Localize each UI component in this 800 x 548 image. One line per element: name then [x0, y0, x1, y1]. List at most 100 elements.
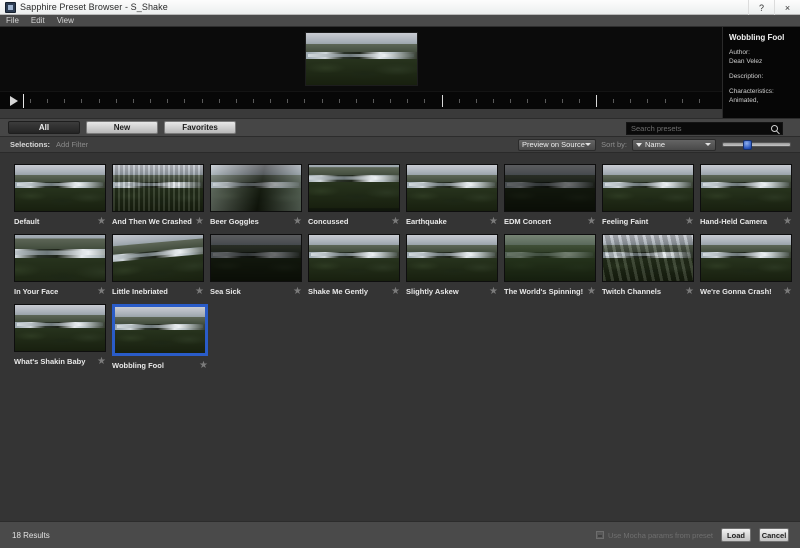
- preset-thumbnail[interactable]: [602, 164, 694, 212]
- preset-cell[interactable]: Earthquake ★: [406, 164, 502, 226]
- preset-thumbnail[interactable]: [700, 164, 792, 212]
- preset-cell[interactable]: Feeling Faint ★: [602, 164, 698, 226]
- window-title: Sapphire Preset Browser - S_Shake: [20, 2, 168, 12]
- preset-thumbnail[interactable]: [210, 234, 302, 282]
- mocha-label: Use Mocha params from preset: [607, 530, 713, 540]
- preset-label: The World's Spinning!: [504, 287, 584, 296]
- timeline-tick: [150, 99, 152, 103]
- preset-cell[interactable]: Twitch Channels ★: [602, 234, 698, 296]
- preset-thumbnail[interactable]: [602, 234, 694, 282]
- info-preset-title: Wobbling Fool: [729, 33, 785, 42]
- preset-cell[interactable]: The World's Spinning! ★: [504, 234, 600, 296]
- preset-thumbnail[interactable]: [308, 234, 400, 282]
- search-placeholder: Search presets: [631, 124, 682, 133]
- search-input[interactable]: Search presets: [626, 122, 783, 135]
- favorite-star-icon[interactable]: ★: [587, 286, 596, 296]
- preset-label: Little Inebriated: [112, 287, 168, 296]
- preset-label: Shake Me Gently: [308, 287, 369, 296]
- sort-dropdown[interactable]: Name: [632, 138, 716, 151]
- preset-cell[interactable]: We're Gonna Crash! ★: [700, 234, 796, 296]
- preset-thumbnail[interactable]: [504, 234, 596, 282]
- preset-cell[interactable]: Wobbling Fool ★: [112, 304, 208, 370]
- favorite-star-icon[interactable]: ★: [195, 216, 204, 226]
- tab-new[interactable]: New: [86, 121, 158, 134]
- favorite-star-icon[interactable]: ★: [293, 216, 302, 226]
- preset-cell[interactable]: Shake Me Gently ★: [308, 234, 404, 296]
- menu-item-view[interactable]: View: [51, 15, 80, 27]
- favorite-star-icon[interactable]: ★: [391, 216, 400, 226]
- preset-caption: Concussed ★: [308, 216, 400, 226]
- timeline-tick: [390, 99, 392, 103]
- preset-thumbnail[interactable]: [14, 234, 106, 282]
- timeline-tick: [304, 99, 306, 103]
- preset-thumbnail[interactable]: [210, 164, 302, 212]
- preset-cell[interactable]: Sea Sick ★: [210, 234, 306, 296]
- preset-cell[interactable]: EDM Concert ★: [504, 164, 600, 226]
- timeline-tick: [493, 99, 495, 103]
- preset-cell[interactable]: Default ★: [14, 164, 110, 226]
- thumbnail-size-slider[interactable]: [722, 140, 791, 150]
- preset-thumbnail[interactable]: [504, 164, 596, 212]
- preset-cell[interactable]: In Your Face ★: [14, 234, 110, 296]
- menu-item-edit[interactable]: Edit: [25, 15, 51, 27]
- tab-all[interactable]: All: [8, 121, 80, 134]
- preset-cell[interactable]: Beer Goggles ★: [210, 164, 306, 226]
- preset-cell[interactable]: Little Inebriated ★: [112, 234, 208, 296]
- preset-cell[interactable]: And Then We Crashed ★: [112, 164, 208, 226]
- preset-thumbnail[interactable]: [406, 164, 498, 212]
- preset-label: What's Shakin Baby: [14, 357, 86, 366]
- favorite-star-icon[interactable]: ★: [97, 356, 106, 366]
- timeline-ticks: [30, 95, 716, 107]
- help-button[interactable]: ?: [748, 0, 774, 15]
- play-icon[interactable]: [10, 96, 18, 106]
- sort-direction-icon[interactable]: [636, 142, 642, 147]
- preset-cell[interactable]: Hand-Held Camera ★: [700, 164, 796, 226]
- favorite-star-icon[interactable]: ★: [783, 216, 792, 226]
- preset-cell[interactable]: What's Shakin Baby ★: [14, 304, 110, 370]
- timeline-tick: [424, 99, 426, 103]
- preset-thumbnail[interactable]: [112, 164, 204, 212]
- preset-thumbnail[interactable]: [308, 164, 400, 212]
- preset-thumbnail[interactable]: [112, 304, 208, 356]
- timeline-keyframe-marker[interactable]: [595, 95, 597, 107]
- timeline-keyframe-marker[interactable]: [441, 95, 443, 107]
- favorite-star-icon[interactable]: ★: [489, 286, 498, 296]
- favorite-star-icon[interactable]: ★: [199, 360, 208, 370]
- favorite-star-icon[interactable]: ★: [97, 216, 106, 226]
- add-filter-button[interactable]: Add Filter: [56, 140, 88, 149]
- slider-handle[interactable]: [743, 140, 753, 150]
- preset-label: Twitch Channels: [602, 287, 662, 296]
- favorite-star-icon[interactable]: ★: [685, 286, 694, 296]
- tab-favorites[interactable]: Favorites: [164, 121, 236, 134]
- preset-label: Default: [14, 217, 40, 226]
- timeline-tick: [613, 99, 615, 103]
- preset-cell[interactable]: Slightly Askew ★: [406, 234, 502, 296]
- preset-thumbnail[interactable]: [112, 234, 204, 282]
- preset-thumbnail[interactable]: [14, 304, 106, 352]
- favorite-star-icon[interactable]: ★: [489, 216, 498, 226]
- favorite-star-icon[interactable]: ★: [293, 286, 302, 296]
- timeline-bar[interactable]: [0, 91, 722, 109]
- favorite-star-icon[interactable]: ★: [97, 286, 106, 296]
- close-icon[interactable]: ×: [774, 0, 800, 15]
- playhead-marker[interactable]: [23, 94, 24, 108]
- load-button[interactable]: Load: [721, 528, 751, 542]
- favorite-star-icon[interactable]: ★: [391, 286, 400, 296]
- favorite-star-icon[interactable]: ★: [195, 286, 204, 296]
- favorite-star-icon[interactable]: ★: [783, 286, 792, 296]
- preset-grid-area[interactable]: Default ★ And Then We Crashed ★ Beer Goggles…: [0, 153, 800, 521]
- preset-thumbnail[interactable]: [406, 234, 498, 282]
- title-bar: Sapphire Preset Browser - S_Shake ? ×: [0, 0, 800, 15]
- menu-item-file[interactable]: File: [0, 15, 25, 27]
- cancel-button[interactable]: Cancel: [759, 528, 789, 542]
- preset-caption: Slightly Askew ★: [406, 286, 498, 296]
- chevron-down-icon: [705, 143, 711, 146]
- timeline-tick: [544, 99, 546, 103]
- preview-mode-dropdown[interactable]: Preview on Source: [518, 138, 596, 151]
- preset-thumbnail[interactable]: [700, 234, 792, 282]
- favorite-star-icon[interactable]: ★: [685, 216, 694, 226]
- preset-cell[interactable]: Concussed ★: [308, 164, 404, 226]
- preset-thumbnail[interactable]: [14, 164, 106, 212]
- favorite-star-icon[interactable]: ★: [587, 216, 596, 226]
- preview-stage: [0, 27, 722, 91]
